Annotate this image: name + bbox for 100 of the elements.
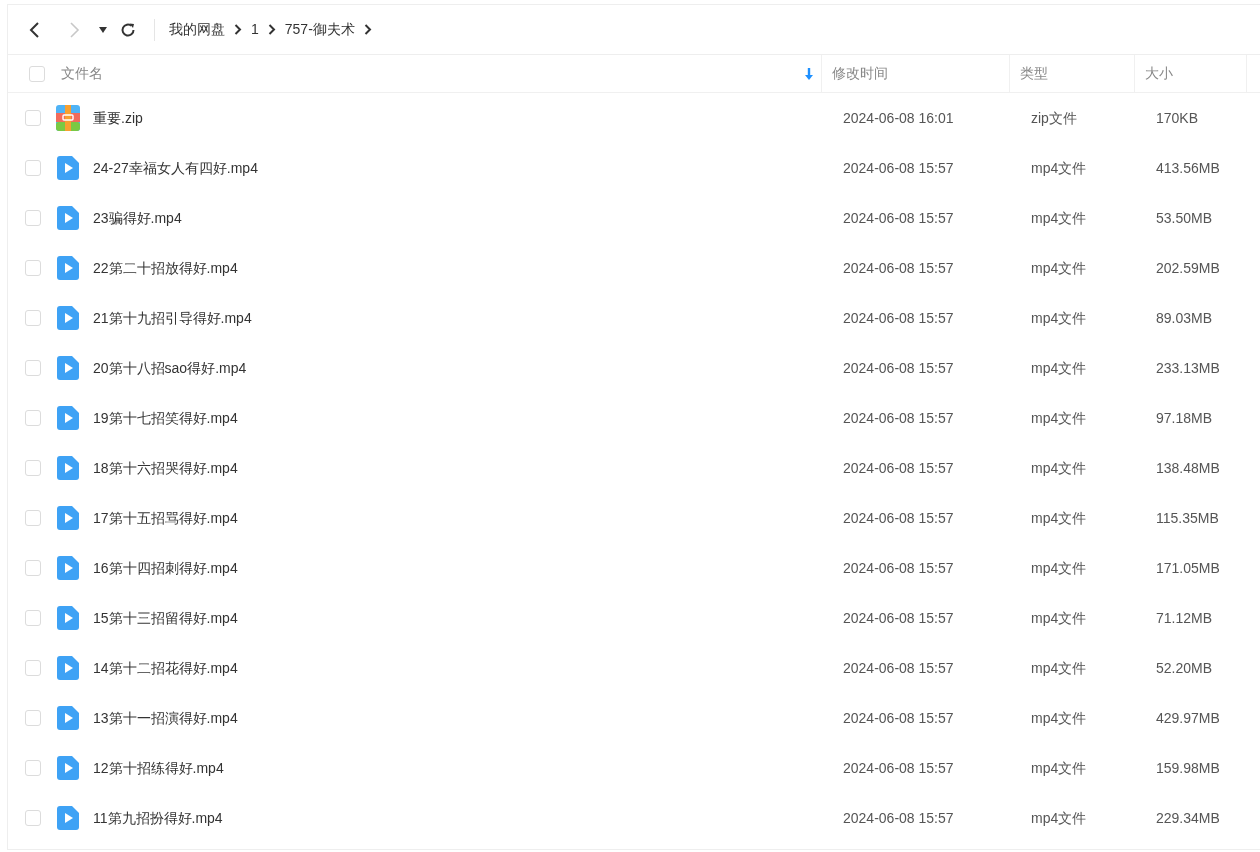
- modified-time: 2024-06-08 15:57: [843, 309, 954, 326]
- video-file-icon: [57, 256, 79, 280]
- row-checkbox[interactable]: [25, 510, 41, 526]
- file-name[interactable]: 24-27幸福女人有四好.mp4: [93, 159, 258, 176]
- modified-time: 2024-06-08 15:57: [843, 209, 954, 226]
- file-type: mp4文件: [1031, 759, 1087, 776]
- file-type: mp4文件: [1031, 459, 1087, 476]
- file-type: mp4文件: [1031, 259, 1087, 276]
- row-checkbox[interactable]: [25, 660, 41, 676]
- modified-time: 2024-06-08 15:57: [843, 809, 954, 826]
- row-checkbox[interactable]: [25, 310, 41, 326]
- chevron-right-icon: [234, 24, 242, 35]
- file-size: 429.97MB: [1156, 709, 1220, 726]
- modified-time: 2024-06-08 15:57: [843, 409, 954, 426]
- file-size: 413.56MB: [1156, 159, 1220, 176]
- file-name[interactable]: 14第十二招花得好.mp4: [93, 659, 238, 676]
- file-type: mp4文件: [1031, 659, 1087, 676]
- column-header[interactable]: 文件名: [61, 63, 103, 84]
- modified-time: 2024-06-08 15:57: [843, 259, 954, 276]
- breadcrumb-link[interactable]: 我的网盘: [169, 19, 225, 40]
- file-size: 229.34MB: [1156, 809, 1220, 826]
- row-checkbox[interactable]: [25, 760, 41, 776]
- file-name[interactable]: 13第十一招演得好.mp4: [93, 709, 238, 726]
- file-name[interactable]: 22第二十招放得好.mp4: [93, 259, 238, 276]
- modified-time: 2024-06-08 15:57: [843, 459, 954, 476]
- video-file-icon: [57, 356, 79, 380]
- file-name[interactable]: 23骗得好.mp4: [93, 209, 182, 226]
- breadcrumb-link[interactable]: 757-御夫术: [284, 19, 355, 40]
- video-file-icon: [57, 406, 79, 430]
- file-type: mp4文件: [1031, 609, 1087, 626]
- file-size: 138.48MB: [1156, 459, 1220, 476]
- row-checkbox[interactable]: [25, 810, 41, 826]
- modified-time: 2024-06-08 15:57: [843, 709, 954, 726]
- refresh-icon[interactable]: [120, 21, 136, 38]
- file-name[interactable]: 重要.zip: [93, 109, 143, 126]
- video-file-icon: [57, 756, 79, 780]
- video-file-icon: [57, 806, 79, 830]
- file-size: 53.50MB: [1156, 209, 1213, 226]
- file-type: mp4文件: [1031, 159, 1087, 176]
- row-checkbox[interactable]: [25, 560, 41, 576]
- video-file-icon: [57, 206, 79, 230]
- modified-time: 2024-06-08 15:57: [843, 759, 954, 776]
- file-name[interactable]: 20第十八招sao得好.mp4: [93, 359, 247, 376]
- video-file-icon: [57, 556, 79, 580]
- modified-time: 2024-06-08 15:57: [843, 159, 954, 176]
- modified-time: 2024-06-08 15:57: [843, 659, 954, 676]
- modified-time: 2024-06-08 15:57: [843, 509, 954, 526]
- video-file-icon: [57, 656, 79, 680]
- modified-time: 2024-06-08 16:01: [843, 109, 954, 126]
- sort-arrow-icon[interactable]: [805, 67, 813, 80]
- file-type: mp4文件: [1031, 209, 1087, 226]
- row-checkbox[interactable]: [25, 360, 41, 376]
- column-header[interactable]: 大小: [1145, 63, 1173, 84]
- file-name[interactable]: 17第十五招骂得好.mp4: [93, 509, 238, 526]
- file-name[interactable]: 11第九招扮得好.mp4: [93, 809, 223, 826]
- chevron-right-icon: [363, 24, 372, 35]
- file-size: 170KB: [1156, 109, 1199, 126]
- column-header[interactable]: 类型: [1020, 63, 1048, 84]
- file-type: mp4文件: [1031, 309, 1087, 326]
- row-checkbox[interactable]: [25, 410, 41, 426]
- file-size: 97.18MB: [1156, 409, 1213, 426]
- video-file-icon: [57, 306, 79, 330]
- modified-time: 2024-06-08 15:57: [843, 559, 954, 576]
- file-type: mp4文件: [1031, 709, 1087, 726]
- row-checkbox[interactable]: [25, 710, 41, 726]
- video-file-icon: [57, 456, 79, 480]
- video-file-icon: [57, 506, 79, 530]
- file-name[interactable]: 15第十三招留得好.mp4: [93, 609, 238, 626]
- row-checkbox[interactable]: [25, 160, 41, 176]
- file-type: zip文件: [1031, 109, 1077, 126]
- row-checkbox[interactable]: [25, 210, 41, 226]
- file-name[interactable]: 21第十九招引导得好.mp4: [93, 309, 252, 326]
- row-checkbox[interactable]: [25, 460, 41, 476]
- file-size: 159.98MB: [1156, 759, 1220, 776]
- file-type: mp4文件: [1031, 359, 1087, 376]
- file-size: 233.13MB: [1156, 359, 1220, 376]
- file-type: mp4文件: [1031, 559, 1087, 576]
- file-size: 115.35MB: [1156, 509, 1219, 526]
- breadcrumb-link[interactable]: 1: [251, 19, 259, 40]
- chevron-right-icon: [267, 24, 276, 35]
- video-file-icon: [57, 156, 79, 180]
- row-checkbox[interactable]: [25, 610, 41, 626]
- archive-file-icon: [56, 105, 80, 131]
- file-name[interactable]: 16第十四招刺得好.mp4: [93, 559, 238, 576]
- file-name[interactable]: 12第十招练得好.mp4: [93, 759, 224, 776]
- file-type: mp4文件: [1031, 409, 1087, 426]
- file-name[interactable]: 19第十七招笑得好.mp4: [93, 409, 238, 426]
- file-size: 89.03MB: [1156, 309, 1213, 326]
- file-name[interactable]: 18第十六招哭得好.mp4: [93, 459, 238, 476]
- file-size: 171.05MB: [1156, 559, 1220, 576]
- row-checkbox[interactable]: [25, 110, 41, 126]
- select-all-checkbox[interactable]: [29, 65, 45, 82]
- file-size: 52.20MB: [1156, 659, 1213, 676]
- modified-time: 2024-06-08 15:57: [843, 359, 954, 376]
- dropdown-caret-icon[interactable]: [99, 26, 107, 33]
- file-type: mp4文件: [1031, 809, 1087, 826]
- modified-time: 2024-06-08 15:57: [843, 609, 954, 626]
- file-size: 202.59MB: [1156, 259, 1220, 276]
- row-checkbox[interactable]: [25, 260, 41, 276]
- column-header[interactable]: 修改时间: [832, 63, 888, 84]
